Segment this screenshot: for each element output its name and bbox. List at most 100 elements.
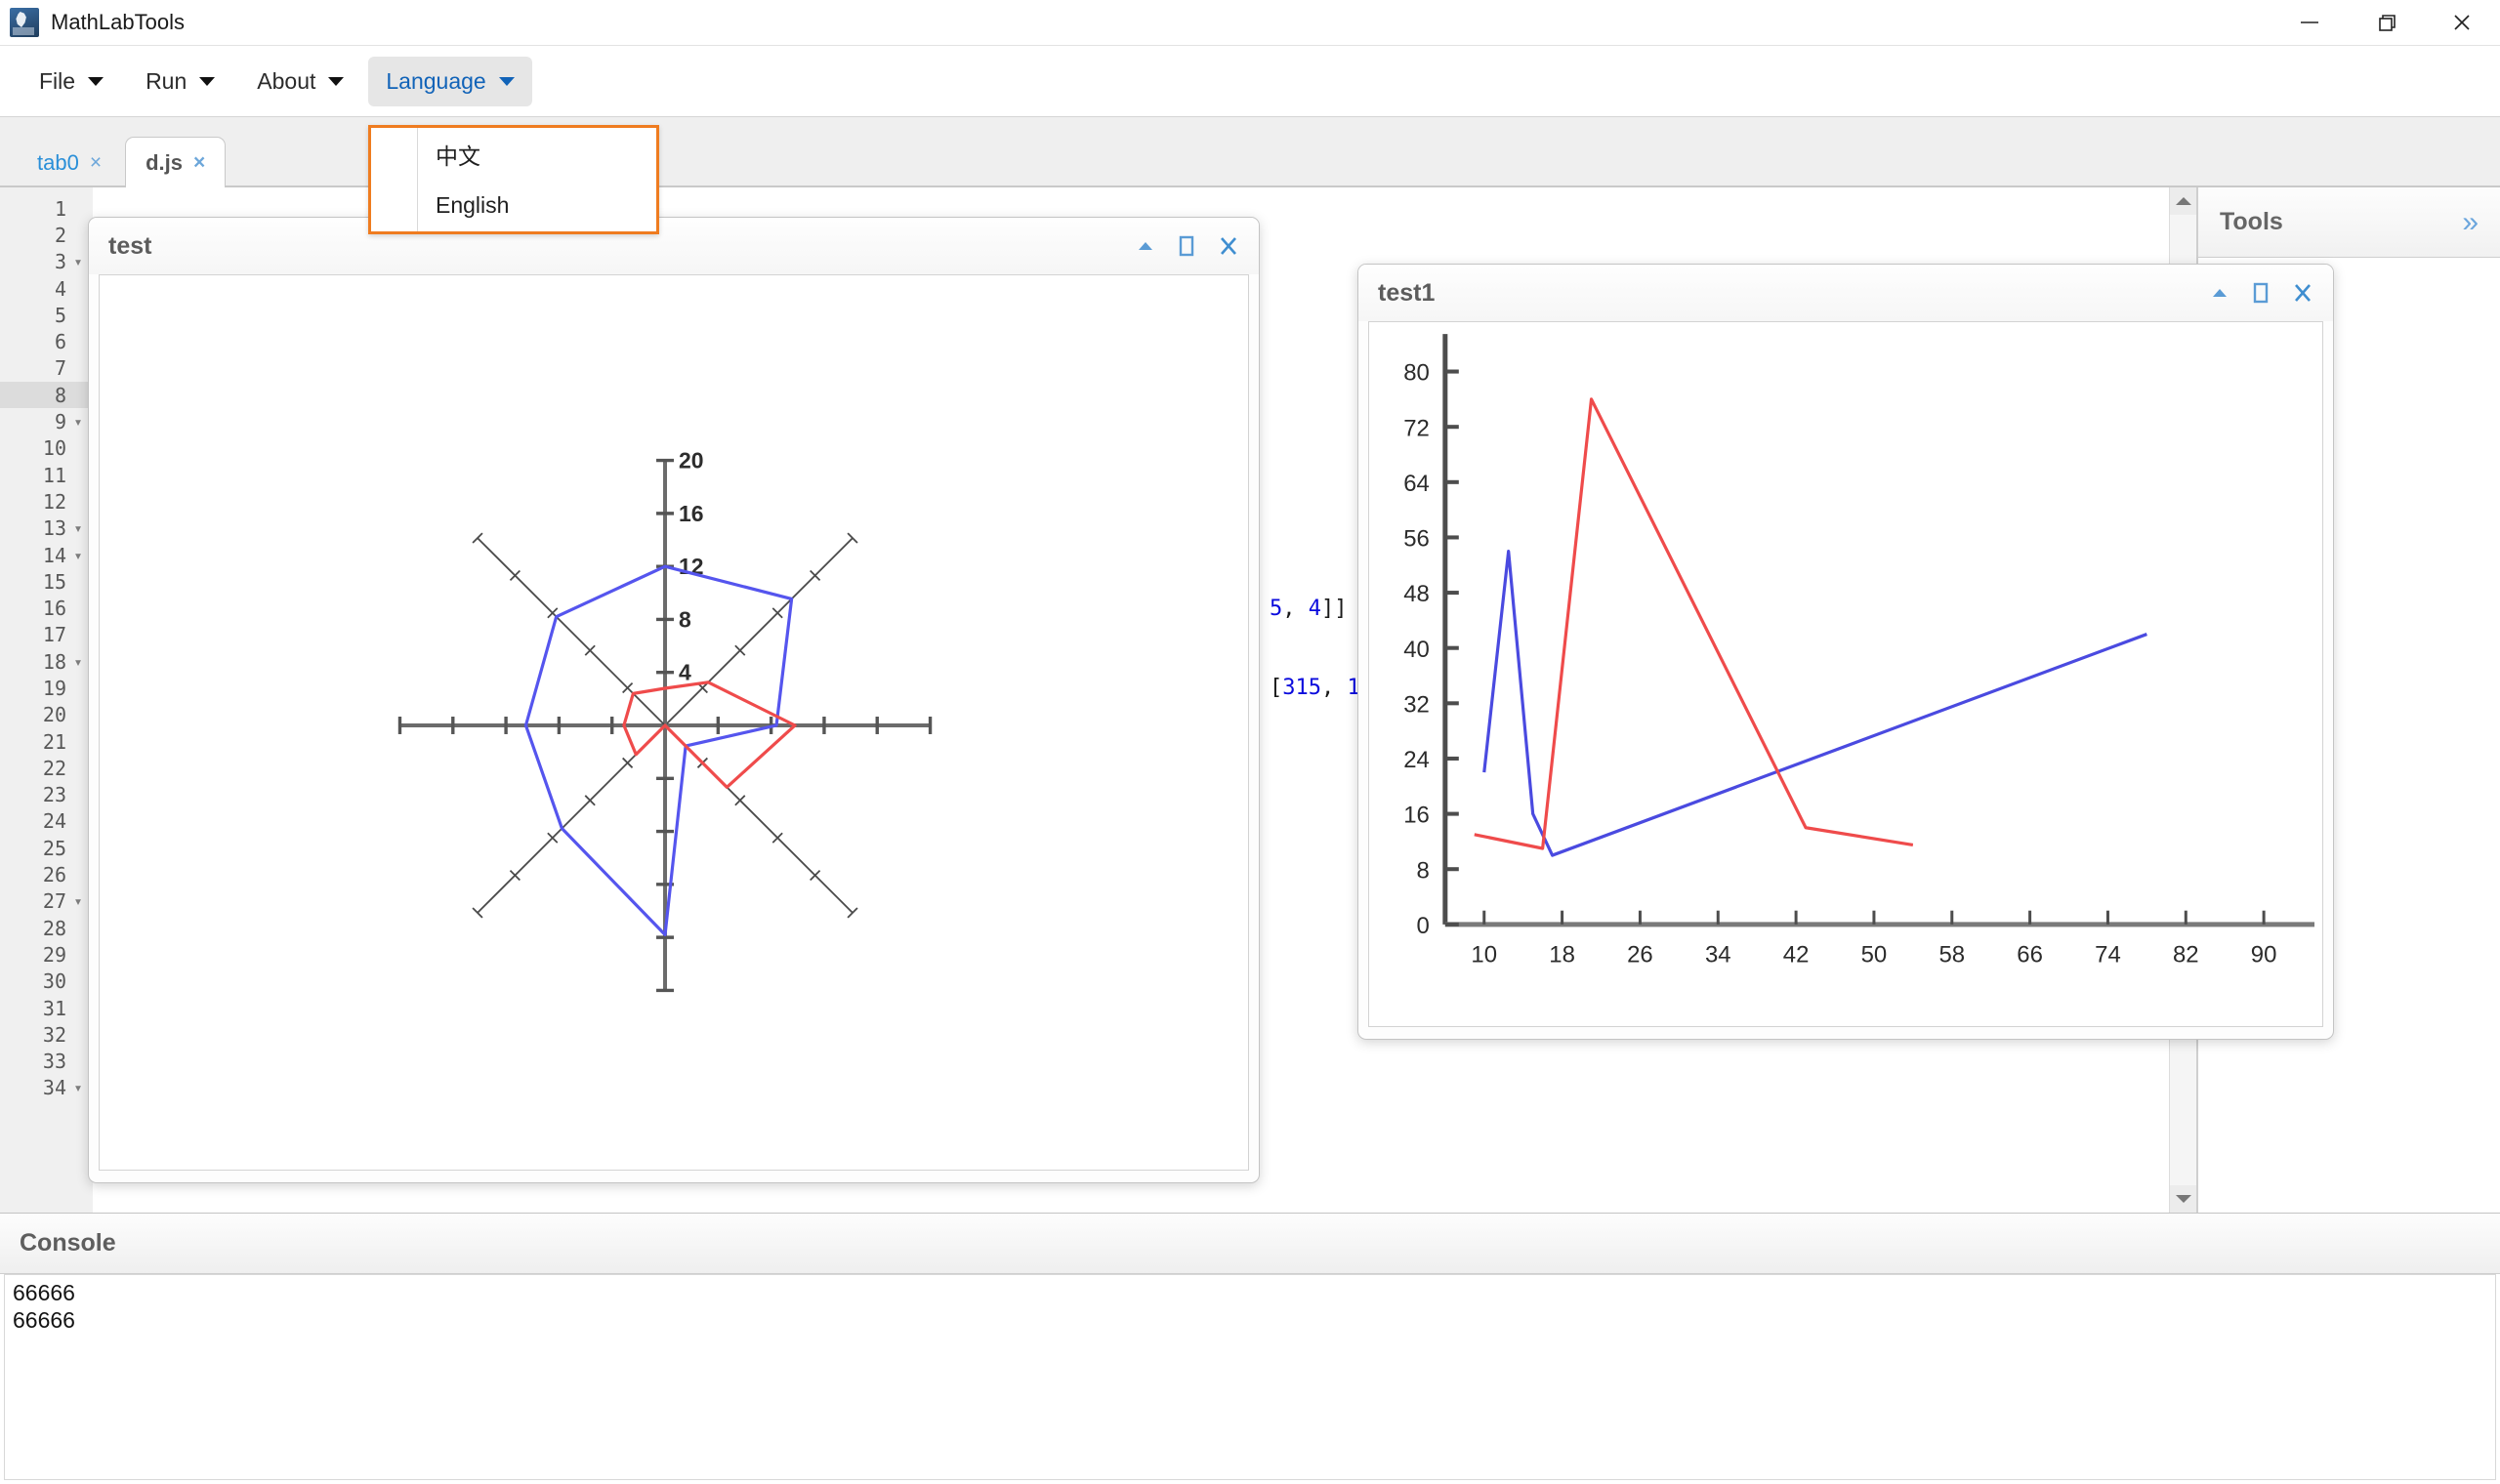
line-x-tick-label: 90 [2251,941,2277,968]
chevron-down-icon [88,77,104,86]
editor-line-number-gutter: 123▾456789▾10111213▾14▾15161718▾19202122… [0,187,93,1213]
console-line: 66666 [13,1306,2487,1334]
line-y-tick-label: 32 [1403,691,1430,718]
menu-item-file[interactable]: File [21,57,121,106]
editor-line-number: 7 [0,355,93,382]
console-line: 66666 [13,1279,2487,1306]
tab-label: tab0 [37,150,79,176]
menu-item-about[interactable]: About [239,57,361,106]
editor-line-number: 22 [0,755,93,781]
editor-line-number: 23 [0,782,93,808]
radar-y-tick-label: 16 [679,501,704,526]
fold-toggle-icon[interactable]: ▾ [70,1079,86,1096]
editor-line-number: 29 [0,941,93,968]
editor-line-number: 30 [0,969,93,995]
editor-line-number: 18▾ [0,648,93,675]
chevron-down-icon [499,77,515,86]
tab-close-icon[interactable]: × [193,151,205,175]
editor-line-number: 32 [0,1021,93,1048]
menubar: File Run About Language [0,46,2500,117]
radar-y-tick-label: 20 [679,448,704,474]
minimize-icon[interactable] [2210,283,2229,303]
line-x-tick-label: 34 [1705,941,1731,968]
menu-item-language[interactable]: Language [368,57,531,106]
chevron-down-icon [199,77,215,86]
editor-line-number: 17 [0,622,93,648]
app-title: MathLabTools [51,10,185,35]
tab-djs[interactable]: d.js × [125,137,226,187]
line-x-tick-label: 10 [1471,941,1497,968]
chart-window-header[interactable]: test1 [1358,265,2333,321]
editor-line-number: 2 [0,222,93,248]
chart-window-header[interactable]: test [89,218,1259,274]
editor-line-number: 8 [0,382,93,408]
line-x-tick-label: 26 [1627,941,1653,968]
chart-window-title: test [108,232,151,261]
line-x-tick-label: 82 [2173,941,2199,968]
tab-label: d.js [146,150,183,176]
chart-canvas-test1: 0816243240485664728010182634425058667482… [1368,321,2323,1027]
scroll-up-arrow-icon[interactable] [2170,187,2196,215]
radar-y-tick-label: 4 [679,660,691,685]
code-token: 5, 4]] [1270,597,1348,621]
editor-line-number: 10 [0,435,93,462]
fold-toggle-icon[interactable]: ▾ [70,892,86,910]
restore-icon[interactable] [2348,0,2424,45]
radar-series-series-blue [525,566,791,934]
chevron-down-icon [328,77,344,86]
chevron-double-right-icon[interactable]: » [2462,206,2479,239]
menu-label-file: File [39,68,75,95]
line-x-tick-label: 66 [2017,941,2043,968]
line-y-tick-label: 64 [1403,471,1430,497]
chart-window-test1[interactable]: test1 0816243240485664728010182634425058… [1357,264,2334,1040]
editor-line-number: 20 [0,702,93,728]
line-y-tick-label: 72 [1403,415,1430,441]
close-icon[interactable] [1218,235,1239,257]
editor-line-number: 6 [0,328,93,354]
menu-label-language: Language [386,68,485,95]
editor-line-number: 15 [0,568,93,595]
console-output[interactable]: 6666666666 [4,1274,2496,1480]
scroll-down-arrow-icon[interactable] [2170,1185,2196,1213]
editor-line-number: 1 [0,195,93,222]
minimize-icon[interactable] [2271,0,2348,45]
editor-line-number: 13▾ [0,515,93,542]
minimize-icon[interactable] [1136,236,1155,256]
editor-line-number: 33 [0,1049,93,1075]
line-x-tick-label: 50 [1861,941,1888,968]
window-controls [2271,0,2500,45]
maximize-icon[interactable] [2251,282,2271,304]
close-icon[interactable] [2292,282,2313,304]
editor-line-number: 3▾ [0,249,93,275]
editor-line-number: 34▾ [0,1075,93,1101]
fold-toggle-icon[interactable]: ▾ [70,653,86,671]
editor-line-number: 5 [0,302,93,328]
menu-option-chinese[interactable]: 中文 [418,128,656,180]
line-series-series-blue [1484,552,2147,855]
line-x-tick-label: 42 [1783,941,1810,968]
chart-window-title: test1 [1378,279,1435,308]
fold-toggle-icon[interactable]: ▾ [70,519,86,537]
code-token: [315, 1 [1270,676,1360,700]
tab-close-icon[interactable]: × [90,151,102,175]
language-dropdown-menu: 中文 English [368,125,659,234]
menu-label-run: Run [146,68,187,95]
fold-toggle-icon[interactable]: ▾ [70,413,86,431]
chart-window-test[interactable]: test 48121620 [88,217,1260,1183]
fold-toggle-icon[interactable]: ▾ [70,547,86,564]
editor-line-number: 26 [0,861,93,887]
chart-window-controls [2210,282,2313,304]
menu-option-english[interactable]: English [418,180,656,231]
editor-line-number: 25 [0,835,93,861]
radar-series-series-red [624,682,795,787]
dropdown-icon-gutter [371,128,418,231]
close-icon[interactable] [2424,0,2500,45]
editor-line-number: 4 [0,275,93,302]
fold-toggle-icon[interactable]: ▾ [70,253,86,270]
maximize-icon[interactable] [1177,235,1196,257]
line-y-tick-label: 56 [1403,525,1430,552]
console-panel: Console 6666666666 [0,1213,2500,1484]
tab-tab0[interactable]: tab0 × [18,138,121,187]
line-y-tick-label: 0 [1417,913,1430,939]
menu-item-run[interactable]: Run [128,57,232,106]
